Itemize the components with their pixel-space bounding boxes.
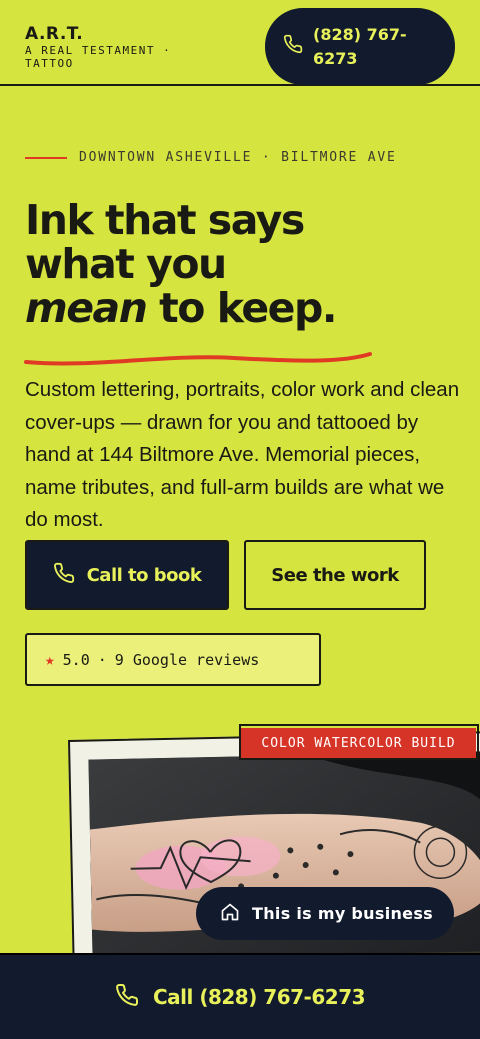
- see-the-work-label: See the work: [271, 564, 399, 586]
- reviews-badge[interactable]: ★ 5.0 · 9 Google reviews: [25, 633, 321, 686]
- phone-icon: [283, 34, 303, 59]
- rating-value: 5.0: [62, 650, 90, 669]
- home-icon: [220, 902, 240, 926]
- eyebrow-rule: [25, 156, 67, 159]
- rating-separator: ·: [97, 650, 107, 669]
- phone-icon: [53, 562, 75, 589]
- brand-tagline: A REAL TESTAMENT · TATTOO: [25, 44, 172, 70]
- headline-emphasis: mean: [25, 284, 148, 332]
- gallery-tag: COLOR WATERCOLOR BUILD: [241, 728, 476, 758]
- hero-description: Custom lettering, portraits, color work …: [25, 378, 460, 531]
- underline-squiggle: [24, 352, 372, 366]
- header-phone-button[interactable]: (828) 767-6273: [265, 8, 455, 85]
- claim-business-button[interactable]: This is my business: [196, 887, 454, 940]
- call-to-book-label: Call to book: [86, 564, 202, 586]
- site-header: A.R.T. A REAL TESTAMENT · TATTOO (828) 7…: [0, 0, 480, 86]
- reviews-count: 9 Google reviews: [114, 650, 260, 669]
- headline-line-1: Ink that says: [25, 196, 305, 244]
- brand-name: A.R.T.: [25, 24, 84, 44]
- call-to-book-button[interactable]: Call to book: [25, 540, 229, 610]
- sticky-call-bar[interactable]: Call (828) 767-6273: [0, 953, 480, 1039]
- location-eyebrow: DOWNTOWN ASHEVILLE · BILTMORE AVE: [25, 150, 397, 165]
- claim-business-label: This is my business: [252, 904, 433, 923]
- header-phone-label: (828) 767-6273: [313, 24, 407, 68]
- headline-line-2: what you: [25, 240, 227, 288]
- star-icon: ★: [45, 650, 55, 669]
- phone-icon: [115, 983, 139, 1012]
- gallery-photo-frame: [68, 731, 480, 1000]
- brand-logo[interactable]: A.R.T. A REAL TESTAMENT · TATTOO: [25, 24, 225, 71]
- sticky-call-label: Call (828) 767-6273: [152, 985, 366, 1009]
- headline-line-3: to keep.: [146, 284, 337, 332]
- see-the-work-button[interactable]: See the work: [244, 540, 426, 610]
- eyebrow-text: DOWNTOWN ASHEVILLE · BILTMORE AVE: [79, 150, 397, 165]
- hero-headline: Ink that says what you mean to keep.: [25, 198, 465, 330]
